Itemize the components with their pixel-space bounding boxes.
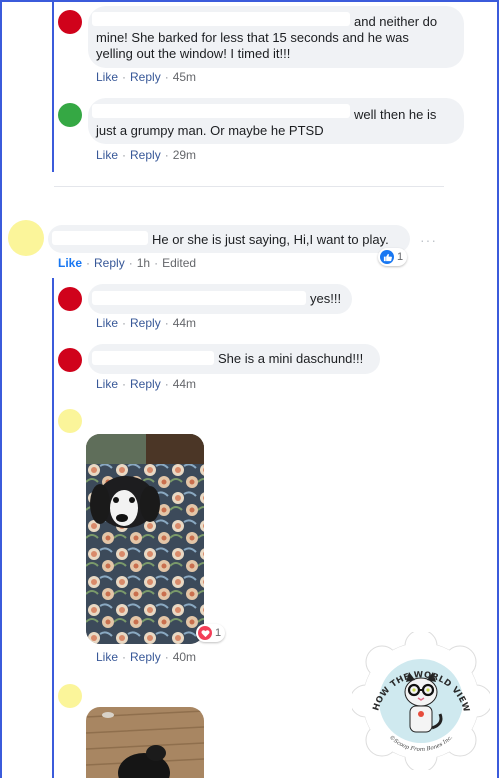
comment-text-line: mine! She barked for less that 15 second… [96,30,409,45]
redacted-name [92,104,350,118]
reaction-count-badge[interactable]: 1 [378,248,408,266]
love-reaction-icon [198,626,212,640]
photo-image [86,707,204,778]
dog-on-wood-floor-photo[interactable] [86,707,204,778]
avatar[interactable] [8,220,44,256]
photo-image [86,434,204,644]
timestamp[interactable]: 45m [173,70,196,84]
comment-bubble: and neither do mine! She barked for less… [88,6,464,68]
timestamp[interactable]: 44m [173,316,196,330]
comment-text: He or she is just saying, Hi,I want to p… [152,232,389,247]
reaction-count: 1 [215,627,222,639]
redacted-name [92,351,214,365]
comment-bubble: He or she is just saying, Hi,I want to p… [48,225,410,253]
reaction-count-badge[interactable]: 1 [196,624,226,642]
timestamp[interactable]: 1h [137,256,150,270]
changing-how-the-world-views-animals-seal: CHANGING HOW THE WORLD VIEWS ANIMALS ©Sc… [348,625,493,773]
avatar[interactable] [58,10,82,34]
comment-actions: Like · Reply · 45m [96,70,197,84]
comment-actions: Like · Reply · 29m [96,148,197,162]
comment-text-line: well then he is [354,107,437,122]
like-link[interactable]: Like [58,256,82,270]
avatar[interactable] [58,684,82,708]
comment-bubble: She is a mini daschund!!! [88,344,380,374]
avatar[interactable] [58,103,82,127]
thread-line-main [52,278,54,778]
comment-bubble: well then he is just a grumpy man. Or ma… [88,98,464,144]
reply-link[interactable]: Reply [130,148,161,162]
reply-link[interactable]: Reply [130,316,161,330]
comment-bubble: yes!!! [88,284,352,314]
reply-link[interactable]: Reply [130,650,161,664]
reaction-count: 1 [397,251,404,263]
comment-actions: Like · Reply · 1h · Edited [58,256,197,270]
comment-text: yes!!! [310,291,342,306]
like-reaction-icon [380,250,394,264]
more-options-icon[interactable]: ··· [420,232,437,248]
comment-text-line: just a grumpy man. Or maybe he PTSD [96,123,324,138]
like-link[interactable]: Like [96,70,118,84]
dachshund-on-quilt-photo[interactable] [86,434,204,644]
comment-actions: Like · Reply · 40m [96,650,197,664]
comment-text-line: yelling out the window! I timed it!!! [96,46,291,61]
comment-text-line: and neither do [354,14,438,29]
avatar[interactable] [58,409,82,433]
avatar[interactable] [58,287,82,311]
like-link[interactable]: Like [96,316,118,330]
timestamp[interactable]: 44m [173,377,196,391]
reply-link[interactable]: Reply [94,256,125,270]
comment-actions: Like · Reply · 44m [96,316,197,330]
like-link[interactable]: Like [96,148,118,162]
thread-line-top [52,0,54,172]
comment-text: She is a mini daschund!!! [218,351,364,366]
reply-link[interactable]: Reply [130,70,161,84]
avatar[interactable] [58,348,82,372]
timestamp[interactable]: 40m [173,650,196,664]
like-link[interactable]: Like [96,377,118,391]
reply-link[interactable]: Reply [130,377,161,391]
timestamp[interactable]: 29m [173,148,196,162]
like-link[interactable]: Like [96,650,118,664]
redacted-name [92,291,306,305]
thread-separator [54,186,444,187]
redacted-name [52,231,148,245]
redacted-name [92,12,350,26]
edited-label[interactable]: Edited [162,256,196,270]
comment-actions: Like · Reply · 44m [96,377,197,391]
